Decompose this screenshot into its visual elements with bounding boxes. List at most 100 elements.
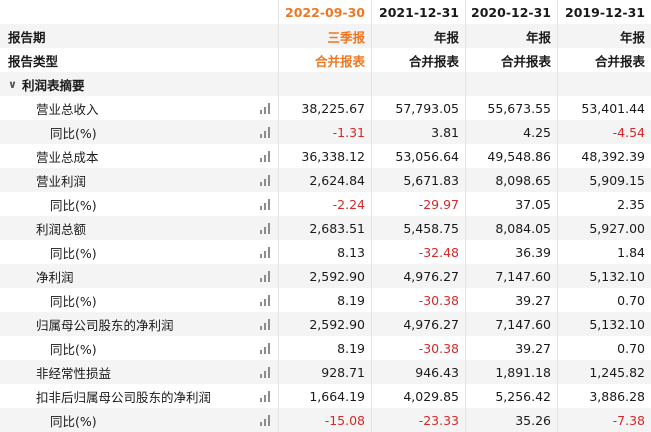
row-label-cell: 归属母公司股东的净利润 [0, 312, 279, 336]
value-cell: 4,976.27 [372, 264, 466, 288]
value-cell: 8.19 [279, 336, 372, 360]
value-cell: 2,592.90 [279, 312, 372, 336]
row-label-cell: 利润总额 [0, 216, 279, 240]
bar-chart-icon[interactable] [260, 127, 272, 138]
value-cell: 1,245.82 [589, 364, 645, 380]
header-type-row: 报告类型 合并报表 合并报表 合并报表 合并报表 [0, 48, 651, 72]
row-label: 同比(%) [50, 293, 97, 309]
value-cell: 39.27 [466, 288, 558, 312]
bar-chart-icon[interactable] [260, 271, 272, 282]
bar-chart-icon[interactable] [260, 343, 272, 354]
value-cell: 2,624.84 [279, 168, 372, 192]
value-cell: -1.31 [279, 120, 372, 144]
bar-chart-icon[interactable] [260, 415, 272, 426]
value-cell: 37.05 [466, 192, 558, 216]
row-label-cell: 同比(%) [0, 192, 279, 216]
table-row: 同比(%) 8.19 -30.38 39.27 0.70 [0, 288, 651, 312]
col-period: 三季报 [279, 24, 372, 48]
value-cell: 38,225.67 [279, 96, 372, 120]
value-cell: 39.27 [466, 336, 558, 360]
col-date[interactable]: 2022-09-30 [279, 0, 372, 24]
value-cell: 49,548.86 [466, 144, 558, 168]
row-label: 归属母公司股东的净利润 [36, 317, 174, 333]
chevron-down-icon[interactable]: ∨ [8, 78, 22, 91]
value-cell: 36.39 [466, 240, 558, 264]
bar-chart-icon[interactable] [260, 247, 272, 258]
table-row: 扣非后归属母公司股东的净利润 1,664.19 4,029.85 5,256.4… [0, 384, 651, 408]
table-row: 利润总额 2,683.51 5,458.75 8,084.05 5,927.00 [0, 216, 651, 240]
bar-chart-icon[interactable] [260, 319, 272, 330]
bar-chart-icon[interactable] [260, 367, 272, 378]
row-label: 同比(%) [50, 413, 97, 429]
header-blank [0, 0, 279, 24]
row-label: 同比(%) [50, 197, 97, 213]
bar-chart-icon[interactable] [260, 199, 272, 210]
row-label-cell: 营业总成本 [0, 144, 279, 168]
table-row: 非经常性损益 928.71 946.43 1,891.18 1,245.82 [0, 360, 651, 384]
table-row: 同比(%) 8.19 -30.38 39.27 0.70 [0, 336, 651, 360]
value-cell: 3,886.28 [589, 388, 645, 404]
row-label: 净利润 [36, 269, 74, 285]
value-cell: 2,683.51 [279, 216, 372, 240]
col-period: 年报 [619, 29, 645, 45]
value-cell: 36,338.12 [279, 144, 372, 168]
row-label-cell: 同比(%) [0, 336, 279, 360]
value-cell: 5,256.42 [466, 384, 558, 408]
bar-chart-icon[interactable] [260, 391, 272, 402]
row-label: 扣非后归属母公司股东的净利润 [36, 389, 212, 405]
value-cell: 928.71 [279, 360, 372, 384]
value-cell: 4,976.27 [372, 312, 466, 336]
value-cell: 5,909.15 [589, 172, 645, 188]
value-cell: 5,927.00 [589, 220, 645, 236]
row-label-cell: 同比(%) [0, 120, 279, 144]
col-type: 合并报表 [279, 48, 372, 72]
value-cell: 1.84 [617, 244, 645, 260]
col-date[interactable]: 2019-12-31 [558, 0, 651, 24]
value-cell: 35.26 [466, 408, 558, 432]
value-cell: 0.70 [617, 340, 645, 356]
header-date-row: 2022-09-30 2021-12-31 2020-12-31 2019-12… [0, 0, 651, 24]
row-label: 非经常性损益 [36, 365, 112, 381]
value-cell: 57,793.05 [372, 96, 466, 120]
value-cell: 5,132.10 [589, 268, 645, 284]
bar-chart-icon[interactable] [260, 151, 272, 162]
value-cell: 8.19 [279, 288, 372, 312]
bar-chart-icon[interactable] [260, 295, 272, 306]
row-label-cell: 非经常性损益 [0, 360, 279, 384]
bar-chart-icon[interactable] [260, 223, 272, 234]
row-label: 营业利润 [36, 173, 87, 189]
header-period-row: 报告期 三季报 年报 年报 年报 [0, 24, 651, 48]
row-label: 同比(%) [50, 125, 97, 141]
section-row[interactable]: ∨ 利润表摘要 [0, 72, 651, 96]
row-label: 营业总收入 [36, 101, 99, 117]
value-cell: -30.38 [372, 288, 466, 312]
table-row: 净利润 2,592.90 4,976.27 7,147.60 5,132.10 [0, 264, 651, 288]
col-date[interactable]: 2021-12-31 [372, 0, 466, 24]
value-cell: -7.38 [612, 412, 645, 428]
section-cell [466, 72, 558, 96]
col-period: 年报 [372, 24, 466, 48]
value-cell: 0.70 [617, 292, 645, 308]
value-cell: -15.08 [279, 408, 372, 432]
bar-chart-icon[interactable] [260, 175, 272, 186]
value-cell: -4.54 [612, 124, 645, 140]
type-label: 报告类型 [0, 48, 279, 72]
value-cell: 4,029.85 [372, 384, 466, 408]
row-label: 营业总成本 [36, 149, 99, 165]
period-label: 报告期 [0, 24, 279, 48]
value-cell: 7,147.60 [466, 312, 558, 336]
bar-chart-icon[interactable] [260, 103, 272, 114]
col-type: 合并报表 [466, 48, 558, 72]
col-date[interactable]: 2020-12-31 [466, 0, 558, 24]
value-cell: 4.25 [466, 120, 558, 144]
row-label-cell: 同比(%) [0, 408, 279, 432]
table-row: 归属母公司股东的净利润 2,592.90 4,976.27 7,147.60 5… [0, 312, 651, 336]
section-toggle[interactable]: ∨ 利润表摘要 [0, 72, 279, 96]
value-cell: 1,664.19 [279, 384, 372, 408]
value-cell: 946.43 [372, 360, 466, 384]
row-label-cell: 营业利润 [0, 168, 279, 192]
value-cell: 3.81 [372, 120, 466, 144]
table-row: 同比(%) 8.13 -32.48 36.39 1.84 [0, 240, 651, 264]
col-type: 合并报表 [594, 53, 645, 69]
row-label: 利润总额 [36, 221, 87, 237]
